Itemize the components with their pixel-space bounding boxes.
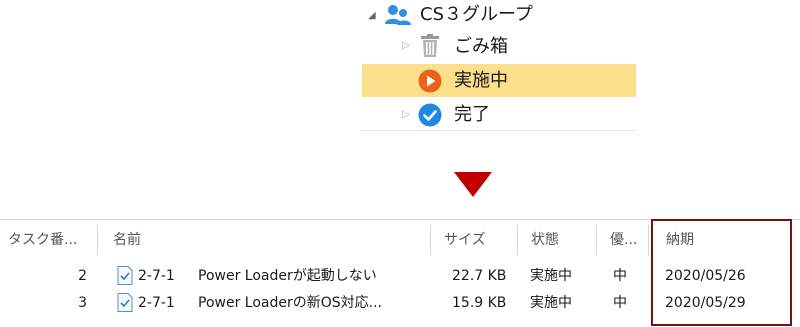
tree-item-label: ごみ箱 — [454, 36, 508, 57]
task-document-icon — [117, 293, 133, 312]
column-resize-handle[interactable] — [648, 225, 649, 255]
task-size: 15.9 KB — [452, 295, 507, 311]
play-circle-icon — [418, 69, 442, 93]
column-header-task-no[interactable]: タスク番... — [8, 231, 77, 249]
task-number: 3 — [78, 295, 87, 311]
trash-icon — [421, 34, 439, 57]
task-status: 実施中 — [530, 268, 572, 284]
task-status: 実施中 — [530, 295, 572, 311]
task-code: 2-7-1 — [138, 295, 175, 311]
column-resize-handle[interactable] — [517, 225, 518, 255]
tree-item-label: CS３グループ — [420, 4, 533, 25]
collapsed-triangle-icon[interactable]: ▷ — [402, 110, 410, 120]
task-priority: 中 — [613, 268, 627, 284]
column-header-priority[interactable]: 優... — [610, 231, 637, 249]
task-code: 2-7-1 — [138, 268, 175, 284]
expanded-triangle-icon[interactable]: ◢ — [368, 11, 376, 21]
collapsed-triangle-icon[interactable]: ▷ — [402, 41, 410, 51]
due-date-highlight-box — [651, 219, 792, 326]
column-header-name[interactable]: 名前 — [113, 231, 141, 249]
tree-item-group[interactable]: ◢ CS３グループ — [362, 0, 636, 33]
column-resize-handle[interactable] — [596, 225, 597, 255]
down-arrow-icon — [454, 172, 492, 197]
user-group-icon — [385, 5, 411, 25]
task-list-table: タスク番... 名前 サイズ 状態 優... 納期 2 2-7-1 Power … — [0, 219, 800, 327]
task-number: 2 — [78, 268, 87, 284]
task-title[interactable]: Power Loaderの新OS対応... — [198, 294, 382, 312]
tree-item-label: 実施中 — [454, 70, 508, 91]
column-resize-handle[interactable] — [430, 225, 431, 255]
tree-item-trash[interactable]: ▷ ごみ箱 — [362, 30, 636, 63]
column-header-status[interactable]: 状態 — [531, 231, 559, 249]
tree-item-done[interactable]: ▷ 完了 — [362, 98, 636, 131]
tree-item-label: 完了 — [454, 104, 490, 125]
tree-item-in-progress[interactable]: 実施中 — [362, 64, 636, 97]
task-title[interactable]: Power Loaderが起動しない — [198, 267, 377, 285]
task-document-icon — [117, 266, 133, 285]
column-resize-handle[interactable] — [97, 225, 98, 255]
check-circle-icon — [418, 103, 442, 127]
column-header-size[interactable]: サイズ — [444, 231, 486, 249]
task-priority: 中 — [613, 295, 627, 311]
task-size: 22.7 KB — [452, 268, 507, 284]
